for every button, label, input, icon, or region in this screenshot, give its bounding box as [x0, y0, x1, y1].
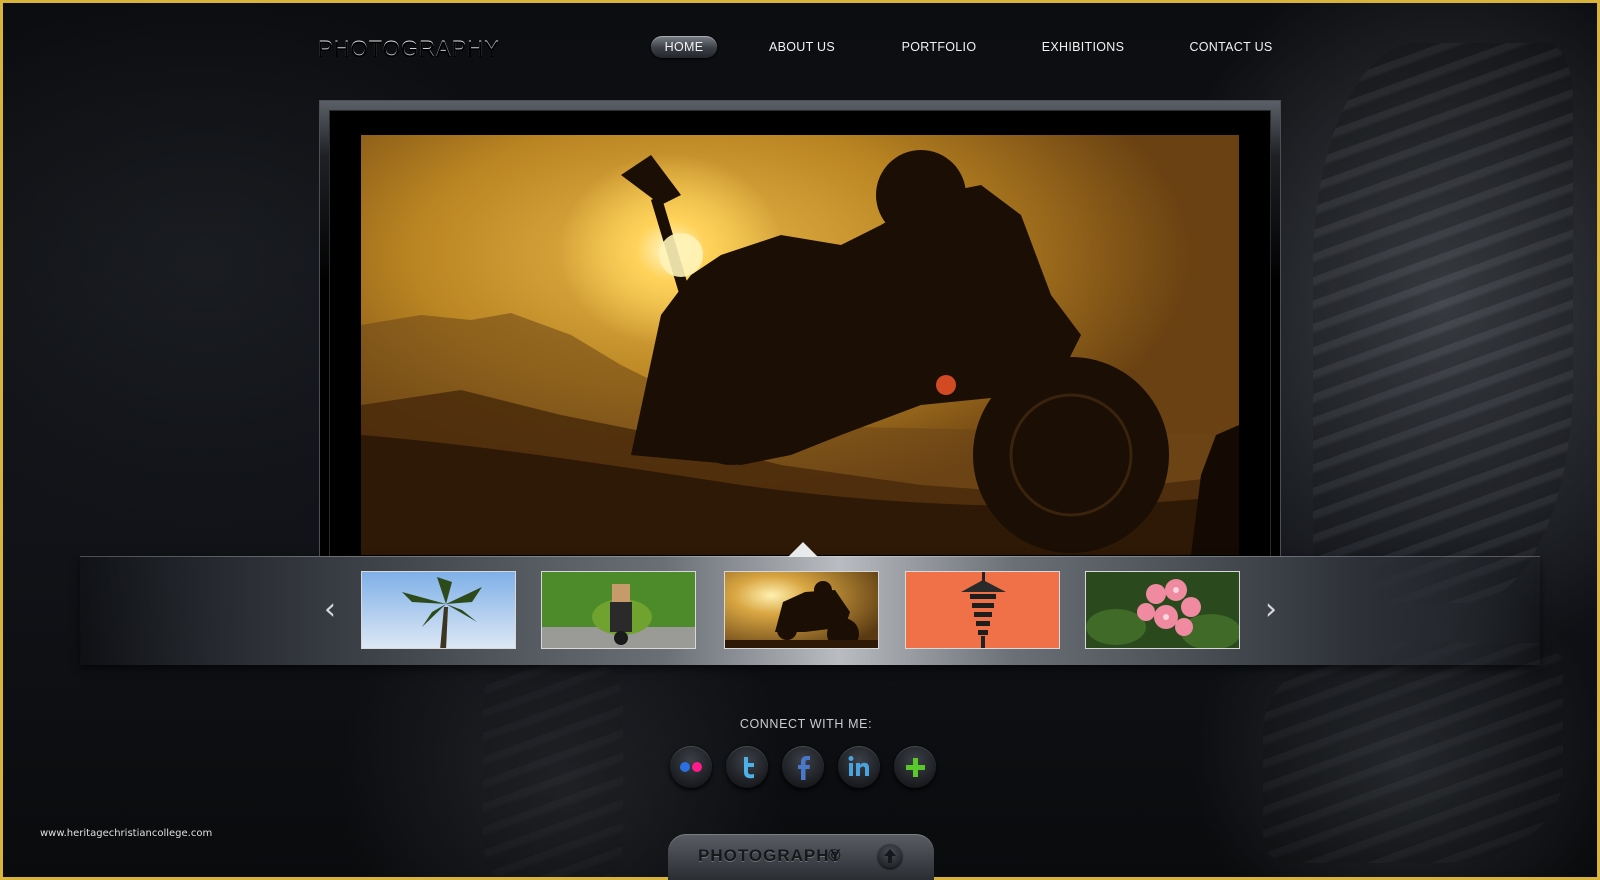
chevron-left-icon[interactable]: ‹ — [318, 595, 342, 625]
watermark-url: www.heritagechristiancollege.com — [40, 828, 213, 839]
main-nav: HOME ABOUT US PORTFOLIO EXHIBITIONS CONT… — [0, 36, 1600, 62]
hero-image-motorcycle-sunset — [361, 135, 1239, 555]
hero-illustration — [361, 150, 1239, 555]
plus-icon[interactable] — [894, 746, 936, 788]
footer-copyright: © — [828, 846, 841, 865]
thumbnail-pink-flowers[interactable] — [1085, 571, 1240, 649]
nav-item-about-us[interactable]: ABOUT US — [762, 36, 842, 58]
thumbnail-lamp-orange[interactable] — [905, 571, 1060, 649]
flickr-icon[interactable] — [670, 746, 712, 788]
footer-tab: PHOTOGRAPHY © — [668, 834, 934, 880]
chevron-right-icon[interactable]: › — [1259, 595, 1283, 625]
selected-pointer — [788, 542, 818, 557]
thumbnail-palm-tree[interactable] — [361, 571, 516, 649]
footer-brand: PHOTOGRAPHY — [698, 846, 842, 865]
nav-item-portfolio[interactable]: PORTFOLIO — [896, 36, 982, 58]
nav-item-contact-us[interactable]: CONTACT US — [1186, 36, 1276, 58]
background-leaf — [483, 663, 623, 877]
background-leaf — [1263, 643, 1563, 863]
facebook-icon[interactable] — [782, 746, 824, 788]
nav-item-home[interactable]: HOME — [651, 36, 717, 58]
linkedin-icon[interactable] — [838, 746, 880, 788]
background-leaf — [1313, 43, 1573, 603]
thumbnail-scooter-rider[interactable] — [541, 571, 696, 649]
nav-item-exhibitions[interactable]: EXHIBITIONS — [1036, 36, 1130, 58]
twitter-icon[interactable] — [726, 746, 768, 788]
connect-label: CONNECT WITH ME: — [739, 717, 873, 731]
thumbnail-motorcycle-sunset[interactable] — [724, 571, 879, 649]
arrow-up-icon[interactable] — [878, 844, 902, 868]
